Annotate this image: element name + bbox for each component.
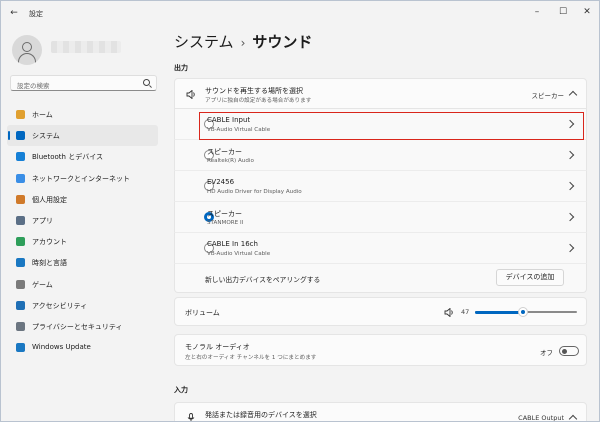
input-selected-value: CABLE Output — [518, 414, 564, 422]
sidebar-nav: ホームシステム Bluetooth とデバイスネットワークとインターネット 個人用設… — [7, 104, 158, 358]
mono-audio-title: モノラル オーディオ — [185, 343, 250, 351]
sidebar-item-label: ネットワークとインターネット — [32, 174, 130, 183]
page-title: サウンド — [252, 33, 313, 51]
output-device-row[interactable]: スピーカー Realtek(R) Audio — [174, 140, 587, 171]
system-icon — [16, 131, 25, 141]
account-icon — [16, 237, 25, 247]
pair-device-label: 新しい出力デバイスをペアリングする — [205, 276, 321, 284]
sidebar-item-label: ホーム — [32, 111, 53, 119]
device-name: CABLE In 16ch — [207, 240, 258, 248]
accessibility-icon — [16, 300, 25, 310]
search-input[interactable]: 設定の検索 — [10, 75, 157, 91]
sidebar-item-3[interactable]: Bluetooth とデバイス — [7, 146, 158, 167]
minimize-icon[interactable]: – — [526, 4, 548, 20]
search-icon[interactable] — [143, 79, 150, 86]
volume-label: ボリューム — [185, 309, 220, 317]
breadcrumb-separator: › — [240, 36, 246, 50]
sidebar-item-label: 時刻と言語 — [32, 259, 67, 268]
volume-slider-thumb[interactable] — [517, 307, 528, 317]
avatar[interactable] — [12, 35, 42, 65]
sidebar-item-label: アクセシビリティ — [32, 301, 88, 310]
sidebar-item-8[interactable]: 時刻と言語 — [7, 252, 158, 273]
sidebar-item-label: 個人用設定 — [32, 195, 67, 204]
title-bar: ← 設定 – ☐ ✕ — [1, 1, 599, 25]
add-device-button[interactable]: デバイスの追加 — [496, 269, 564, 286]
device-name: スピーカー — [207, 148, 242, 156]
device-detail: HD Audio Driver for Display Audio — [207, 189, 302, 195]
device-detail: STANMORE II — [207, 220, 244, 226]
update-icon — [16, 343, 25, 353]
chevron-right-icon[interactable] — [565, 243, 575, 253]
volume-card: ボリューム 47 — [174, 297, 587, 326]
close-icon[interactable]: ✕ — [576, 4, 598, 20]
output-device-selector[interactable]: サウンドを再生する場所を選択 アプリに独自の設定がある場合があります スピーカー — [174, 78, 587, 109]
sidebar-item-10[interactable]: アクセシビリティ — [7, 295, 158, 316]
input-select-title: 発話または録音用のデバイスを選択 — [205, 411, 317, 419]
sidebar-item-label: Bluetooth とデバイス — [32, 153, 103, 162]
brush-icon — [16, 194, 25, 204]
breadcrumb-parent[interactable]: システム — [174, 33, 234, 51]
input-device-selector[interactable]: 発話または録音用のデバイスを選択 CABLE Output — [174, 402, 587, 422]
maximize-icon[interactable]: ☐ — [552, 4, 574, 20]
volume-value: 47 — [461, 308, 470, 316]
sidebar-item-5[interactable]: 個人用設定 — [7, 189, 158, 210]
sidebar-item-1[interactable]: ホーム — [7, 104, 158, 125]
chevron-right-icon[interactable] — [565, 150, 575, 160]
sidebar-item-11[interactable]: プライバシーとセキュリティ — [7, 316, 158, 337]
cable-input-highlight-box — [199, 112, 584, 140]
sidebar-item-label: Windows Update — [32, 343, 91, 352]
time-language-icon — [16, 258, 25, 268]
volume-speaker-icon[interactable] — [444, 308, 454, 317]
chevron-right-icon[interactable] — [565, 181, 575, 191]
pair-device-row: 新しい出力デバイスをペアリングする デバイスの追加 — [174, 264, 587, 293]
sidebar-item-label: アカウント — [32, 238, 67, 247]
sidebar-item-12[interactable]: Windows Update — [7, 337, 158, 358]
mono-audio-subtitle: 左と右のオーディオ チャンネルを 1 つにまとめます — [185, 355, 317, 361]
device-name: スピーカー — [207, 210, 242, 218]
sidebar-item-label: ゲーム — [32, 280, 53, 289]
mono-audio-card: モノラル オーディオ 左と右のオーディオ チャンネルを 1 つにまとめます オフ — [174, 334, 587, 366]
mono-audio-toggle[interactable] — [559, 346, 579, 356]
sidebar-item-label: プライバシーとセキュリティ — [32, 322, 123, 331]
output-select-subtitle: アプリに独自の設定がある場合があります — [205, 98, 312, 104]
sidebar-item-6[interactable]: アプリ — [7, 210, 158, 231]
shield-icon — [16, 321, 25, 331]
device-detail: VB-Audio Virtual Cable — [207, 251, 271, 257]
chevron-up-icon[interactable] — [568, 414, 578, 421]
chevron-up-icon[interactable] — [568, 90, 578, 100]
settings-window: ← 設定 – ☐ ✕ 設定の検索 ホーム システム Bluetooth とデバイスネ… — [0, 0, 600, 422]
gaming-icon — [16, 279, 25, 289]
apps-icon — [16, 215, 25, 225]
sidebar-item-label: システム — [32, 132, 60, 141]
speaker-icon — [186, 90, 195, 99]
output-device-row[interactable]: スピーカー STANMORE II — [174, 202, 587, 233]
input-section-label: 入力 — [174, 386, 188, 394]
sidebar-item-label: アプリ — [32, 216, 53, 225]
home-icon — [16, 110, 25, 119]
wifi-icon — [16, 173, 25, 183]
app-title: 設定 — [29, 10, 43, 18]
chevron-right-icon[interactable] — [565, 212, 575, 222]
output-device-row[interactable]: EV2456 HD Audio Driver for Display Audio — [174, 171, 587, 202]
sidebar-item-4[interactable]: ネットワークとインターネット — [7, 168, 158, 189]
sidebar-item-9[interactable]: ゲーム — [7, 274, 158, 295]
bluetooth-icon — [16, 152, 25, 162]
mono-audio-state: オフ — [540, 349, 553, 357]
sidebar-item-7[interactable]: アカウント — [7, 231, 158, 252]
device-detail: Realtek(R) Audio — [207, 158, 254, 164]
output-device-row[interactable]: CABLE In 16ch VB-Audio Virtual Cable — [174, 233, 587, 264]
user-body-icon — [18, 53, 36, 65]
back-arrow-icon[interactable]: ← — [7, 6, 21, 20]
volume-slider-fill — [475, 310, 523, 314]
username-redacted — [51, 41, 121, 53]
output-selected-value: スピーカー — [531, 92, 565, 100]
device-name: EV2456 — [207, 178, 235, 186]
search-placeholder: 設定の検索 — [17, 82, 50, 90]
output-section-label: 出力 — [174, 64, 188, 72]
microphone-icon — [187, 413, 195, 421]
sidebar-item-2[interactable]: システム — [7, 125, 158, 147]
breadcrumb: システム › サウンド — [174, 31, 312, 52]
user-head-icon — [22, 42, 32, 52]
output-select-title: サウンドを再生する場所を選択 — [205, 87, 303, 95]
